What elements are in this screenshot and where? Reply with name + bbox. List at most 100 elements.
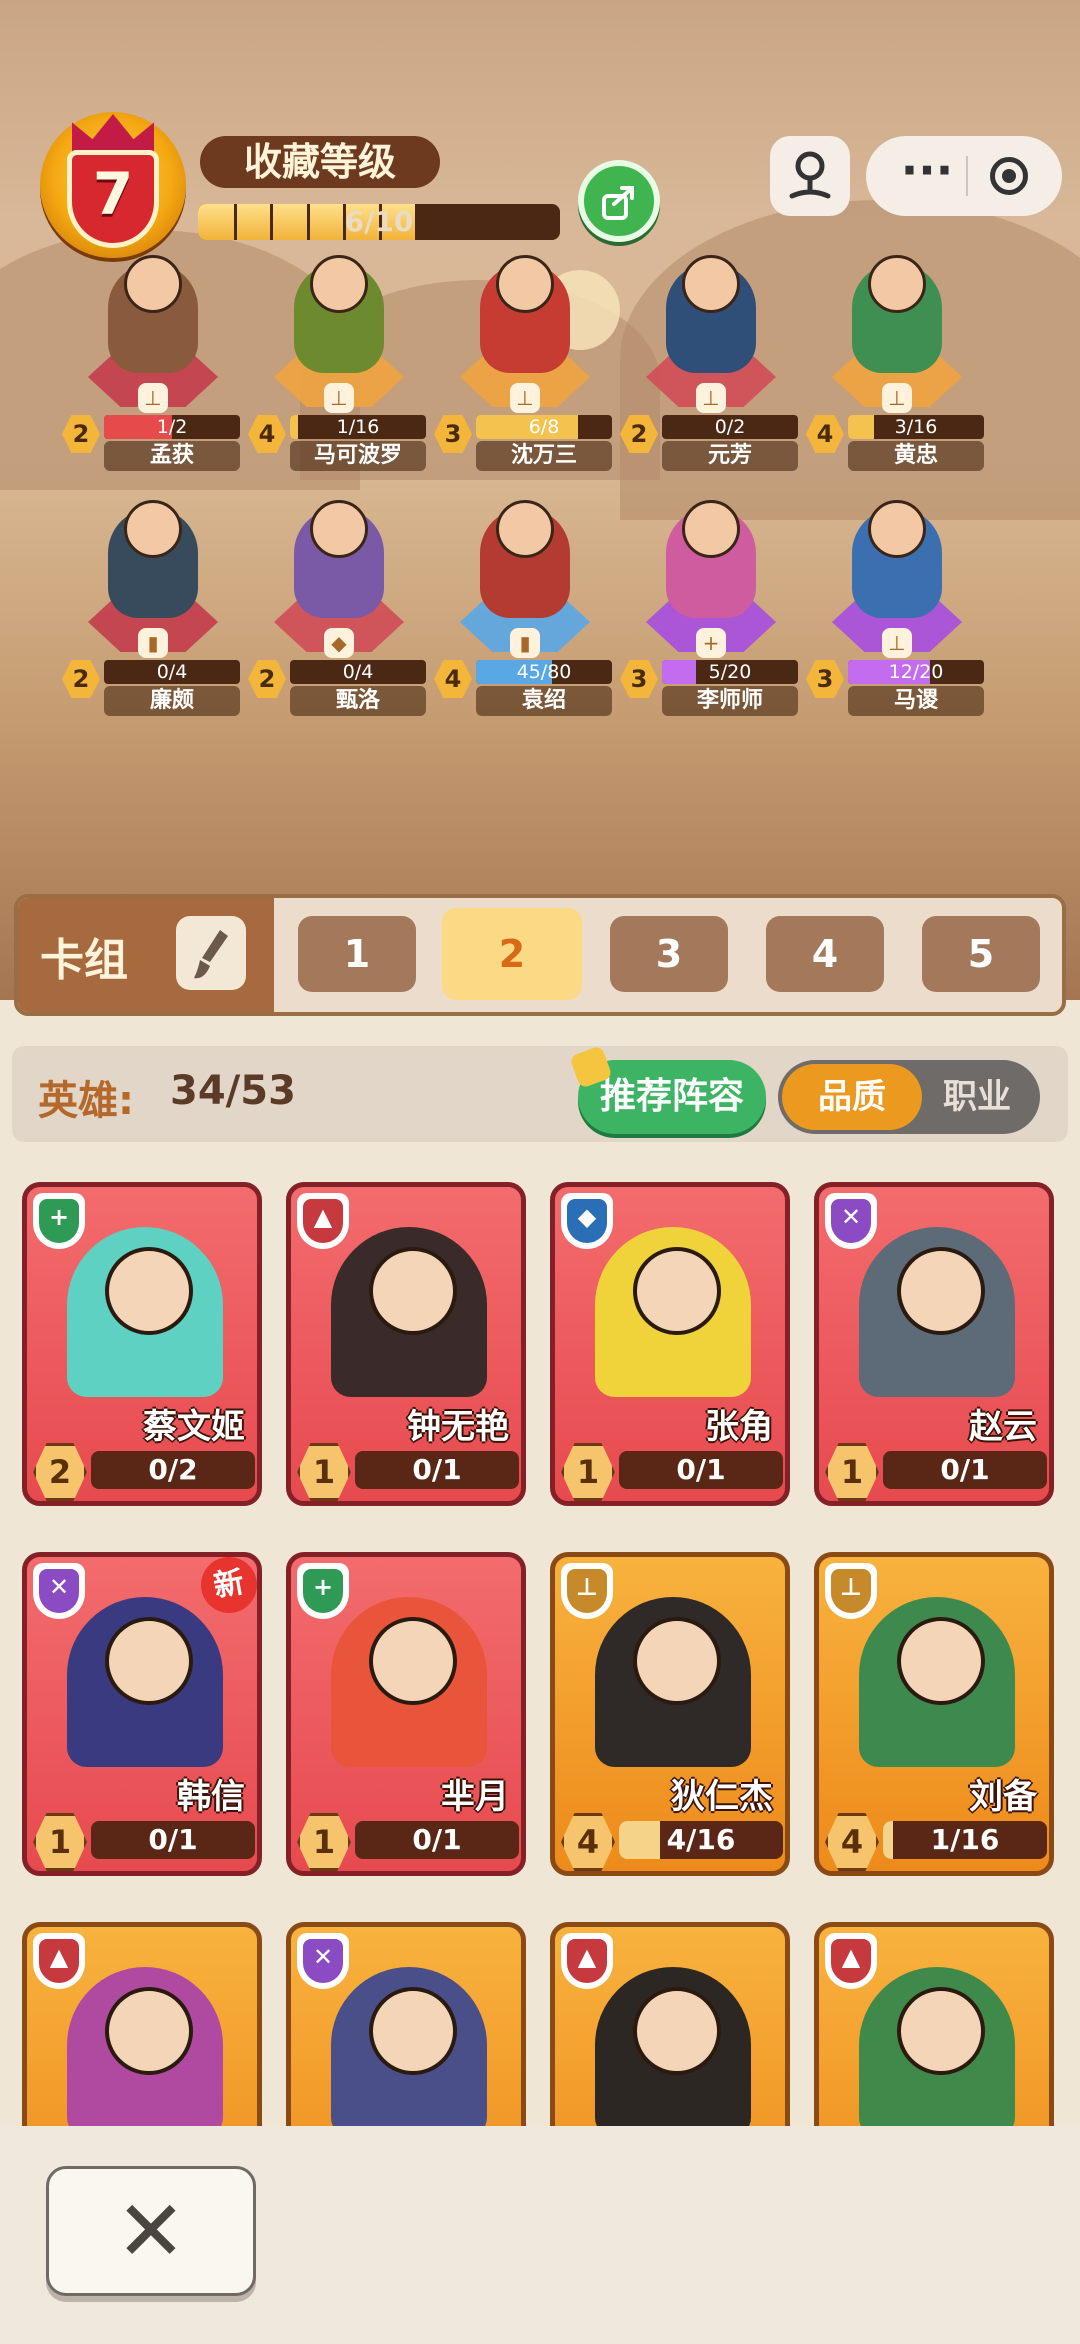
hero-face xyxy=(897,1987,985,2075)
hero-card[interactable]: ⊥ 刘备 4 1/16 xyxy=(814,1552,1054,1876)
hero-level: 2 xyxy=(620,415,658,453)
hero-name: 马谡 xyxy=(848,686,984,716)
sort-by-quality-button[interactable]: 品质 xyxy=(782,1064,922,1130)
hero-face xyxy=(897,1617,985,1705)
card-progress-text: 0/1 xyxy=(412,1453,462,1486)
card-progress-text: 0/1 xyxy=(676,1453,726,1486)
new-badge: 新 xyxy=(196,1557,257,1618)
hero-head xyxy=(868,255,926,313)
bow-icon: ⊥ xyxy=(882,628,912,658)
roster-hero[interactable]: ⊥ 3 12/20 马谡 xyxy=(804,500,990,732)
hero-card-grid[interactable]: + 蔡文姬 2 0/2 ▲ 钟无艳 1 0/1 ◆ 张角 1 0/1 ✕ 赵云 … xyxy=(0,1170,1080,2126)
hero-face xyxy=(633,1617,721,1705)
hero-progress-text: 3/16 xyxy=(894,416,938,438)
hero-level: 4 xyxy=(248,415,286,453)
roster-hero[interactable]: ⊥ 4 1/16 马可波罗 xyxy=(246,255,432,487)
hero-name: 马可波罗 xyxy=(290,441,426,471)
roster-hero[interactable]: ◆ 2 0/4 甄洛 xyxy=(246,500,432,732)
hero-level: 2 xyxy=(62,660,100,698)
card-hero-name: 张角 xyxy=(705,1407,773,1447)
hero-progress-text: 0/4 xyxy=(156,661,188,683)
card-hero-level: 4 xyxy=(825,1813,879,1871)
hero-name: 袁绍 xyxy=(476,686,612,716)
collection-level-title: 收藏等级 xyxy=(200,136,440,188)
card-hero-level: 4 xyxy=(561,1813,615,1871)
card-hero-name: 蔡文姬 xyxy=(143,1407,245,1447)
hero-card[interactable]: ◆ 张角 1 0/1 xyxy=(550,1182,790,1506)
roster-hero[interactable]: + 3 5/20 李师师 xyxy=(618,500,804,732)
hero-head xyxy=(496,500,554,558)
record-icon xyxy=(1002,169,1016,183)
hero-card[interactable]: + 蔡文姬 2 0/2 xyxy=(22,1182,262,1506)
roster-hero[interactable]: ⊥ 3 6/8 沈万三 xyxy=(432,255,618,487)
roster-hero[interactable]: ▮ 2 0/4 廉颇 xyxy=(60,500,246,732)
hero-card[interactable]: ▲ xyxy=(22,1922,262,2126)
roster-hero[interactable]: ⊥ 2 1/2 孟获 xyxy=(60,255,246,487)
hero-card[interactable]: ✕ xyxy=(286,1922,526,2126)
shield-icon: ▮ xyxy=(510,628,540,658)
hero-head xyxy=(868,500,926,558)
roster-hero[interactable]: ⊥ 2 0/2 元芳 xyxy=(618,255,804,487)
card-progress-text: 0/1 xyxy=(148,1823,198,1856)
deck-tab-3[interactable]: 3 xyxy=(610,916,728,992)
hero-card[interactable]: ⊥ 狄仁杰 4 4/16 xyxy=(550,1552,790,1876)
card-hero-level: 1 xyxy=(297,1813,351,1871)
hero-count-value: 34/53 xyxy=(170,1068,296,1114)
hero-head xyxy=(682,500,740,558)
class-glyph: ▲ xyxy=(49,1943,69,1971)
card-hero-name: 钟无艳 xyxy=(407,1407,509,1447)
hero-name: 廉颇 xyxy=(104,686,240,716)
close-icon: ✕ xyxy=(115,2182,187,2280)
shield-icon: ▮ xyxy=(138,628,168,658)
heal-icon: + xyxy=(696,628,726,658)
hero-name: 沈万三 xyxy=(476,441,612,471)
hero-face xyxy=(369,1987,457,2075)
hero-name: 李师师 xyxy=(662,686,798,716)
hero-head xyxy=(496,255,554,313)
sort-by-class-button[interactable]: 职业 xyxy=(922,1064,1032,1130)
class-glyph: ✕ xyxy=(840,1203,862,1231)
card-progress-text: 0/1 xyxy=(412,1823,462,1856)
card-progress-text: 4/16 xyxy=(666,1823,736,1856)
hero-card[interactable]: ✕ 韩信 1 0/1 新 xyxy=(22,1552,262,1876)
mage-icon: ◆ xyxy=(324,628,354,658)
deck-tab-1[interactable]: 1 xyxy=(298,916,416,992)
roster-hero[interactable]: ▮ 4 45/80 袁绍 xyxy=(432,500,618,732)
card-hero-name: 赵云 xyxy=(969,1407,1037,1447)
hero-head xyxy=(310,255,368,313)
deck-tab-2[interactable]: 2 xyxy=(442,908,582,1000)
hero-card[interactable]: ▲ xyxy=(550,1922,790,2126)
hero-face xyxy=(105,1617,193,1705)
hero-card[interactable]: ▲ xyxy=(814,1922,1054,2126)
hero-card[interactable]: + 芈月 1 0/1 xyxy=(286,1552,526,1876)
hero-progress-text: 5/20 xyxy=(708,661,752,683)
hero-level: 4 xyxy=(434,660,472,698)
class-glyph: + xyxy=(48,1203,70,1231)
hero-name: 孟获 xyxy=(104,441,240,471)
card-hero-level: 1 xyxy=(33,1813,87,1871)
bow-icon: ⊥ xyxy=(696,383,726,413)
deck-tab-5[interactable]: 5 xyxy=(922,916,1040,992)
joystick-button[interactable] xyxy=(770,136,850,216)
hero-progress-text: 1/16 xyxy=(336,416,380,438)
hero-card[interactable]: ✕ 赵云 1 0/1 xyxy=(814,1182,1054,1506)
hero-level: 2 xyxy=(62,415,100,453)
class-glyph: + xyxy=(312,1573,334,1601)
hero-level: 3 xyxy=(806,660,844,698)
joystick-icon xyxy=(789,151,831,199)
class-glyph: ▲ xyxy=(841,1943,861,1971)
hero-level: 3 xyxy=(620,660,658,698)
hero-face xyxy=(369,1617,457,1705)
hero-name: 元芳 xyxy=(662,441,798,471)
roster-hero[interactable]: ⊥ 4 3/16 黄忠 xyxy=(804,255,990,487)
bow-icon: ⊥ xyxy=(138,383,168,413)
hero-progress-text: 0/2 xyxy=(714,416,746,438)
card-progress-text: 0/1 xyxy=(940,1453,990,1486)
hero-card[interactable]: ▲ 钟无艳 1 0/1 xyxy=(286,1182,526,1506)
card-hero-level: 2 xyxy=(33,1443,87,1501)
class-glyph: ▲ xyxy=(577,1943,597,1971)
deck-tab-4[interactable]: 4 xyxy=(766,916,884,992)
class-glyph: ⊥ xyxy=(576,1573,598,1601)
card-progress-text: 1/16 xyxy=(930,1823,1000,1856)
more-menu-button[interactable]: ··· xyxy=(892,140,962,200)
